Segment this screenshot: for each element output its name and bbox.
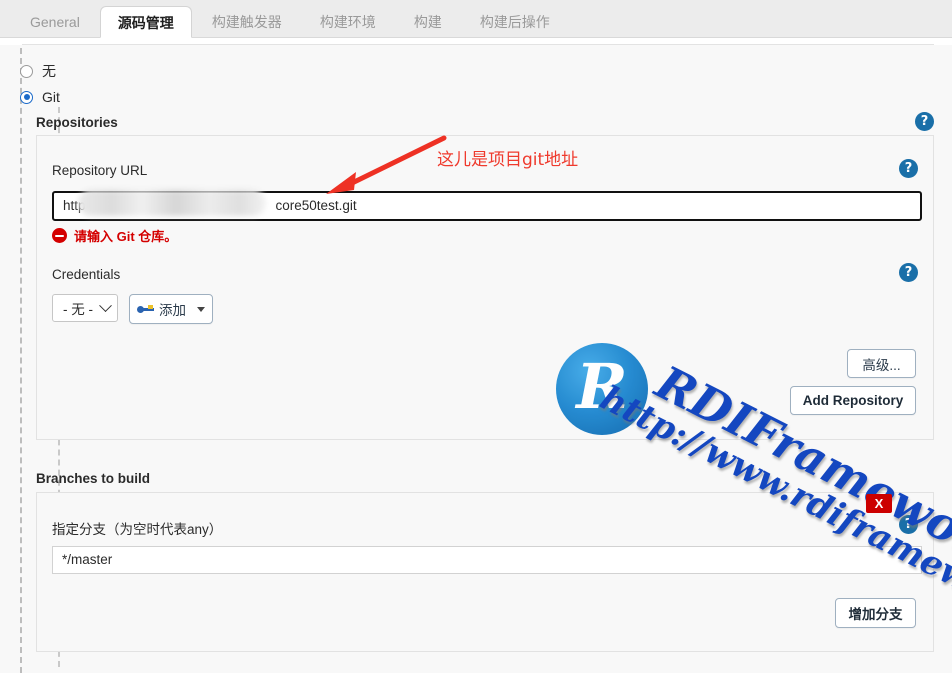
- content-top-divider: [22, 44, 934, 45]
- add-repository-button[interactable]: Add Repository: [790, 386, 916, 415]
- tab-build[interactable]: 构建: [396, 5, 460, 37]
- tab-build-environment[interactable]: 构建环境: [302, 5, 394, 37]
- tab-general[interactable]: General: [12, 5, 98, 37]
- credentials-label: Credentials: [52, 267, 121, 282]
- scm-option-git-label: Git: [42, 89, 60, 105]
- scm-option-git[interactable]: Git: [20, 89, 60, 105]
- add-branch-label: 增加分支: [848, 607, 903, 622]
- error-icon: [52, 228, 67, 243]
- repositories-help-icon[interactable]: ?: [915, 112, 934, 131]
- jenkins-scm-config-page: General 源码管理 构建触发器 构建环境 构建 构建后操作 无 Git R…: [0, 0, 952, 673]
- caret-down-icon: [197, 306, 205, 312]
- form-group-rail-outer: [20, 48, 22, 673]
- repository-url-redaction: [78, 190, 266, 216]
- radio-none[interactable]: [20, 64, 33, 78]
- credentials-selected-value: - 无 -: [63, 302, 93, 317]
- branch-specifier-value: */master: [62, 552, 113, 567]
- repository-url-help-icon[interactable]: ?: [899, 159, 918, 178]
- chevron-down-icon: [99, 298, 112, 312]
- annotation-label: 这儿是项目git地址: [437, 150, 579, 170]
- tab-build-triggers[interactable]: 构建触发器: [194, 5, 300, 37]
- add-repository-label: Add Repository: [802, 393, 904, 408]
- scm-option-none[interactable]: 无: [20, 61, 56, 81]
- branches-section-label: Branches to build: [36, 471, 151, 486]
- advanced-label: 高级...: [862, 357, 901, 373]
- radio-git[interactable]: [20, 90, 33, 104]
- tab-post-build-actions[interactable]: 构建后操作: [462, 5, 568, 37]
- branch-specifier-help-icon[interactable]: ?: [899, 515, 918, 534]
- advanced-button[interactable]: 高级...: [847, 349, 916, 378]
- add-credentials-label: 添加: [159, 303, 186, 318]
- scm-option-none-label: 无: [42, 63, 56, 79]
- close-watermark-button[interactable]: X: [866, 494, 892, 513]
- tab-source-code-management[interactable]: 源码管理: [99, 6, 192, 38]
- repository-url-error-text: 请输入 Git 仓库。: [74, 229, 178, 244]
- branch-specifier-input[interactable]: */master: [52, 546, 922, 574]
- repository-url-label: Repository URL: [52, 163, 148, 178]
- add-branch-button[interactable]: 增加分支: [835, 598, 916, 628]
- branch-specifier-label: 指定分支（为空时代表any）: [52, 522, 223, 537]
- repositories-section-label: Repositories: [36, 115, 118, 130]
- credentials-select[interactable]: - 无 -: [52, 294, 118, 322]
- credentials-help-icon[interactable]: ?: [899, 263, 918, 282]
- key-icon: [137, 304, 154, 315]
- repository-url-error: 请输入 Git 仓库。: [52, 226, 177, 245]
- repository-url-value-suffix: core50test.git: [275, 198, 357, 213]
- add-credentials-button[interactable]: 添加: [129, 294, 213, 324]
- config-tab-bar: General 源码管理 构建触发器 构建环境 构建 构建后操作: [0, 0, 952, 38]
